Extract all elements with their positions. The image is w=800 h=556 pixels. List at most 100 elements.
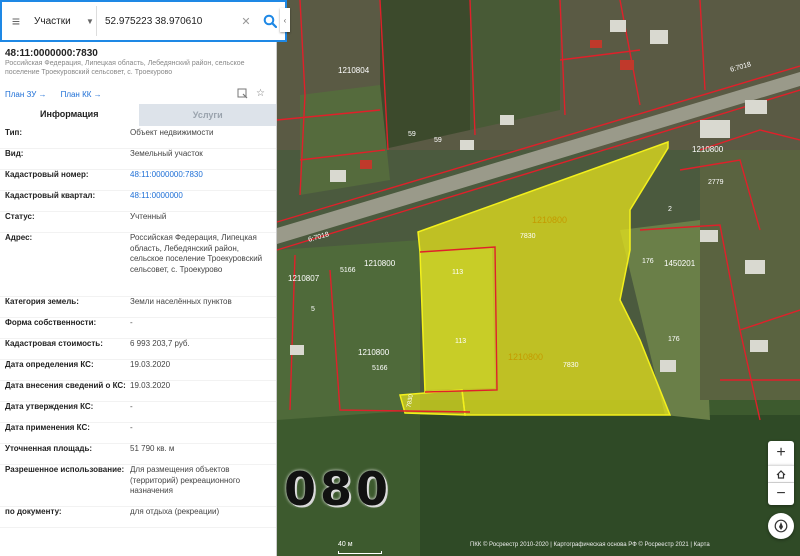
plan-links: План ЗУ → План КК → [5,90,102,99]
table-row: Категория земель: Земли населённых пункто… [0,297,276,318]
row-key: Дата определения КС: [5,360,94,369]
map-attribution[interactable]: ПКК © Росреестр 2010-2020 | Картографиче… [470,542,710,548]
parcel-number-label: 5 [311,306,315,313]
cadastral-number-link[interactable]: 48:11:0000000:7830 [130,170,270,190]
row-key: Вид: [5,149,24,158]
quarter-label: 1210800 [532,215,568,225]
table-row: Статус: Учтенный [0,212,276,233]
row-key: Разрешенное использование: [5,465,125,474]
close-icon[interactable]: ✕ [237,15,255,28]
parcel-number-label: 2779 [708,179,724,186]
parcel-number-label: 7830 [520,233,536,240]
row-value: - [130,318,133,327]
table-row: по документу: для отдыха (рекреации) [0,507,276,528]
search-input[interactable] [96,6,237,36]
parcel-number-label: 113 [452,269,464,276]
row-key: Дата применения КС: [5,423,90,432]
table-row: Дата утверждения КС: - [0,402,276,423]
layer-select[interactable]: Участки [30,16,86,27]
tab-information[interactable]: Информация [0,104,139,126]
parcel-number-label: 59 [434,137,442,144]
collapse-panel-button[interactable]: ‹ [280,8,290,32]
watermark-logo: 080 [284,462,393,516]
quarter-label: 1210800 [364,259,396,268]
scale-bar [338,551,382,554]
table-row: Дата применения КС: - [0,423,276,444]
parcel-number-label: 5166 [340,267,356,274]
parcel-number-label: 7830 [563,362,579,369]
row-value: - [130,402,133,411]
row-key: Адрес: [5,233,33,242]
search-bar: ≡ Участки ▼ ✕ [0,0,287,42]
parcel-number-label: 176 [642,258,654,265]
table-row: Адрес: Российская Федерация, Липецкая обл… [0,233,276,297]
parcel-number-label: 176 [668,336,680,343]
compass-icon [774,519,788,533]
quarter-label: 1210807 [288,274,320,283]
cadastral-quarter-link[interactable]: 48:11:0000000 [130,191,270,211]
attributes-table: Тип: Объект недвижимости Вид: Земельный уч… [0,128,276,528]
row-value: 51 790 кв. м [130,444,175,453]
quarter-label: 1210800 [508,352,544,362]
object-title: 48:11:0000000:7830 [5,48,98,59]
parcel-number-label: 113 [455,338,467,345]
plan-kk-link[interactable]: План КК → [61,90,102,99]
chevron-down-icon[interactable]: ▼ [86,17,96,26]
table-row: Кадастровый номер: 48:11:0000000:7830 [0,170,276,191]
row-value: Учтенный [130,212,167,221]
row-value: Для размещения объектов (территорий) рек… [130,465,241,495]
row-key: Кадастровый квартал: [5,191,96,200]
row-key: Уточненная площадь: [5,444,93,453]
row-key: Кадастровый номер: [5,170,89,179]
table-row: Дата определения КС: 19.03.2020 [0,360,276,381]
table-row: Уточненная площадь: 51 790 кв. м [0,444,276,465]
panel-tabs: Информация Услуги [0,104,276,126]
row-value: Объект недвижимости [130,128,214,137]
search-icon [263,14,277,28]
quarter-label: 1210800 [358,348,390,357]
row-key: Дата утверждения КС: [5,402,94,411]
table-row: Кадастровый квартал: 48:11:0000000 [0,191,276,212]
row-key: Категория земель: [5,297,79,306]
row-value: Земли населённых пунктов [130,297,232,306]
quarter-label: 1450201 [664,259,696,268]
row-key: Дата внесения сведений о КС: [5,381,126,390]
table-row: Разрешенное использование: Для размещения… [0,465,276,507]
panel-tools: ☆ [237,88,265,102]
row-key: Тип: [5,128,22,137]
parcel-number-label: 2 [668,206,672,213]
table-row: Вид: Земельный участок [0,149,276,170]
print-icon[interactable] [237,88,248,102]
quarter-label: 1210804 [338,66,370,75]
row-key: Кадастровая стоимость: [5,339,103,348]
quarter-label: 1210800 [692,145,724,154]
plan-zu-link[interactable]: План ЗУ → [5,90,47,99]
row-value: 19.03.2020 [130,360,171,369]
row-value: Российская Федерация, Липецкая область, … [130,233,263,274]
row-value: 19.03.2020 [130,381,171,390]
zoom-out-button[interactable]: − [768,483,794,505]
row-key: Статус: [5,212,35,221]
star-icon[interactable]: ☆ [256,88,265,102]
table-row: Тип: Объект недвижимости [0,128,276,149]
table-row: Форма собственности: - [0,318,276,339]
row-value: - [130,423,133,432]
locate-button[interactable] [768,513,794,539]
row-value: Земельный участок [130,149,203,158]
minus-icon: − [776,485,786,502]
table-row: Кадастровая стоимость: 6 993 203,7 руб. [0,339,276,360]
row-key: Форма собственности: [5,318,97,327]
menu-icon[interactable]: ≡ [2,2,30,40]
zoom-in-button[interactable]: + [768,441,794,465]
row-value: 6 993 203,7 руб. [130,339,190,348]
info-panel: 48:11:0000000:7830 Российская Федерация,… [0,0,277,556]
home-button[interactable] [768,465,794,483]
parcel-number-label: 5166 [372,365,388,372]
object-address: Российская Федерация, Липецкая область, … [5,60,245,76]
parcel-number-label: 59 [408,131,416,138]
scale-label: 40 м [338,541,353,548]
tab-services[interactable]: Услуги [138,104,276,126]
table-row: Дата внесения сведений о КС: 19.03.2020 [0,381,276,402]
row-value: для отдыха (рекреации) [130,507,220,516]
row-key: по документу: [5,507,62,516]
